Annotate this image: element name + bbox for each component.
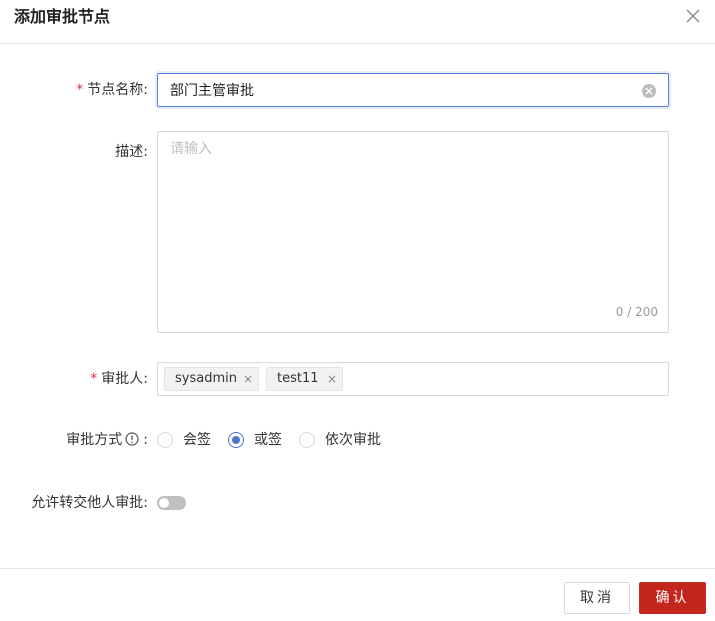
- approval-method-label: 审批方式:: [66, 432, 148, 448]
- remove-tag-icon[interactable]: ×: [327, 368, 337, 390]
- dialog-header: 添加审批节点: [0, 0, 715, 44]
- radio-circle: [228, 432, 244, 448]
- cancel-button[interactable]: 取消: [564, 582, 630, 614]
- node-name-value: 部门主管审批: [170, 83, 254, 99]
- character-counter: 0 / 200: [615, 305, 658, 319]
- dialog-title: 添加审批节点: [14, 7, 111, 26]
- approver-tag: test11 ×: [266, 367, 343, 391]
- close-icon[interactable]: [683, 6, 703, 26]
- required-mark: *: [76, 82, 84, 98]
- allow-transfer-label: 允许转交他人审批:: [31, 495, 148, 511]
- info-circle-icon[interactable]: [125, 432, 139, 446]
- dialog-footer: 取消 确认: [0, 568, 715, 621]
- switch-knob: [159, 498, 169, 508]
- approver-tag: sysadmin ×: [164, 367, 259, 391]
- approver-select[interactable]: sysadmin × test11 ×: [157, 362, 669, 396]
- clear-icon[interactable]: [642, 84, 656, 98]
- description-label: 描述:: [115, 144, 148, 160]
- description-placeholder: 请输入: [170, 141, 212, 157]
- add-approval-node-dialog: 添加审批节点 * 节点名称: 部门主管审批 描述: 请输入 0 / 200 * 审批…: [0, 0, 715, 621]
- radio-circle: [157, 432, 173, 448]
- remove-tag-icon[interactable]: ×: [243, 368, 253, 390]
- approver-label: * 审批人:: [90, 371, 148, 387]
- allow-transfer-switch[interactable]: [157, 496, 186, 510]
- required-mark: *: [90, 371, 98, 387]
- radio-circle: [299, 432, 315, 448]
- description-textarea[interactable]: 请输入 0 / 200: [157, 131, 669, 333]
- node-name-input[interactable]: 部门主管审批: [157, 73, 669, 107]
- confirm-button[interactable]: 确认: [639, 582, 706, 614]
- node-name-label: * 节点名称:: [76, 82, 148, 98]
